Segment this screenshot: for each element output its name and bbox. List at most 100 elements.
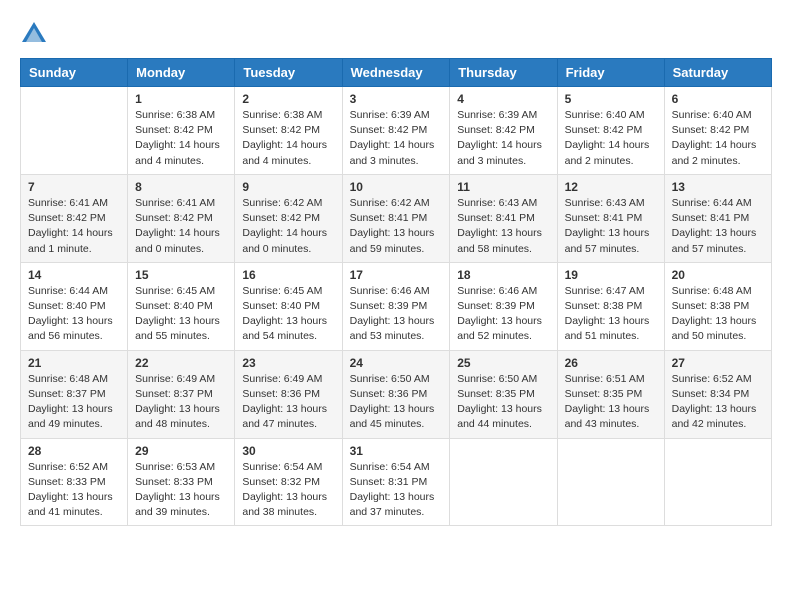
weekday-header-cell: Thursday xyxy=(450,59,557,87)
day-info: Sunrise: 6:52 AM Sunset: 8:33 PM Dayligh… xyxy=(28,460,120,521)
calendar-day-cell: 19 Sunrise: 6:47 AM Sunset: 8:38 PM Dayli… xyxy=(557,262,664,350)
calendar-day-cell: 1 Sunrise: 6:38 AM Sunset: 8:42 PM Daylig… xyxy=(128,87,235,175)
day-number: 6 xyxy=(672,92,764,106)
calendar-week-row: 7 Sunrise: 6:41 AM Sunset: 8:42 PM Daylig… xyxy=(21,174,772,262)
day-info: Sunrise: 6:41 AM Sunset: 8:42 PM Dayligh… xyxy=(135,196,227,257)
calendar-week-row: 28 Sunrise: 6:52 AM Sunset: 8:33 PM Dayli… xyxy=(21,438,772,526)
day-info: Sunrise: 6:40 AM Sunset: 8:42 PM Dayligh… xyxy=(672,108,764,169)
day-info: Sunrise: 6:49 AM Sunset: 8:37 PM Dayligh… xyxy=(135,372,227,433)
calendar-day-cell: 24 Sunrise: 6:50 AM Sunset: 8:36 PM Dayli… xyxy=(342,350,450,438)
day-info: Sunrise: 6:54 AM Sunset: 8:32 PM Dayligh… xyxy=(242,460,334,521)
day-info: Sunrise: 6:38 AM Sunset: 8:42 PM Dayligh… xyxy=(242,108,334,169)
day-number: 4 xyxy=(457,92,549,106)
day-number: 24 xyxy=(350,356,443,370)
logo-icon xyxy=(20,20,48,48)
calendar-body: 1 Sunrise: 6:38 AM Sunset: 8:42 PM Daylig… xyxy=(21,87,772,526)
day-number: 28 xyxy=(28,444,120,458)
calendar-day-cell: 29 Sunrise: 6:53 AM Sunset: 8:33 PM Dayli… xyxy=(128,438,235,526)
day-number: 1 xyxy=(135,92,227,106)
day-info: Sunrise: 6:42 AM Sunset: 8:42 PM Dayligh… xyxy=(242,196,334,257)
logo xyxy=(20,20,52,48)
day-info: Sunrise: 6:46 AM Sunset: 8:39 PM Dayligh… xyxy=(457,284,549,345)
day-number: 22 xyxy=(135,356,227,370)
weekday-header-cell: Sunday xyxy=(21,59,128,87)
calendar-day-cell: 12 Sunrise: 6:43 AM Sunset: 8:41 PM Dayli… xyxy=(557,174,664,262)
day-number: 21 xyxy=(28,356,120,370)
calendar-day-cell: 5 Sunrise: 6:40 AM Sunset: 8:42 PM Daylig… xyxy=(557,87,664,175)
calendar-day-cell: 4 Sunrise: 6:39 AM Sunset: 8:42 PM Daylig… xyxy=(450,87,557,175)
calendar-day-cell: 2Sunrise: 6:38 AM Sunset: 8:42 PM Daylig… xyxy=(235,87,342,175)
calendar-day-cell xyxy=(21,87,128,175)
day-info: Sunrise: 6:43 AM Sunset: 8:41 PM Dayligh… xyxy=(457,196,549,257)
day-info: Sunrise: 6:45 AM Sunset: 8:40 PM Dayligh… xyxy=(135,284,227,345)
calendar-day-cell: 7 Sunrise: 6:41 AM Sunset: 8:42 PM Daylig… xyxy=(21,174,128,262)
calendar-day-cell: 30 Sunrise: 6:54 AM Sunset: 8:32 PM Dayli… xyxy=(235,438,342,526)
day-number: 12 xyxy=(565,180,657,194)
calendar-day-cell: 25 Sunrise: 6:50 AM Sunset: 8:35 PM Dayli… xyxy=(450,350,557,438)
day-info: Sunrise: 6:40 AM Sunset: 8:42 PM Dayligh… xyxy=(565,108,657,169)
day-info: Sunrise: 6:39 AM Sunset: 8:42 PM Dayligh… xyxy=(457,108,549,169)
day-info: Sunrise: 6:47 AM Sunset: 8:38 PM Dayligh… xyxy=(565,284,657,345)
calendar-week-row: 14Sunrise: 6:44 AM Sunset: 8:40 PM Dayli… xyxy=(21,262,772,350)
day-number: 23 xyxy=(242,356,334,370)
day-number: 11 xyxy=(457,180,549,194)
calendar-day-cell: 6 Sunrise: 6:40 AM Sunset: 8:42 PM Daylig… xyxy=(664,87,771,175)
day-info: Sunrise: 6:48 AM Sunset: 8:37 PM Dayligh… xyxy=(28,372,120,433)
calendar-day-cell: 16Sunrise: 6:45 AM Sunset: 8:40 PM Dayli… xyxy=(235,262,342,350)
day-number: 5 xyxy=(565,92,657,106)
calendar-day-cell: 22 Sunrise: 6:49 AM Sunset: 8:37 PM Dayli… xyxy=(128,350,235,438)
calendar-week-row: 1 Sunrise: 6:38 AM Sunset: 8:42 PM Daylig… xyxy=(21,87,772,175)
day-number: 14 xyxy=(28,268,120,282)
calendar-day-cell xyxy=(557,438,664,526)
day-number: 18 xyxy=(457,268,549,282)
calendar-day-cell: 13 Sunrise: 6:44 AM Sunset: 8:41 PM Dayli… xyxy=(664,174,771,262)
day-info: Sunrise: 6:43 AM Sunset: 8:41 PM Dayligh… xyxy=(565,196,657,257)
day-number: 7 xyxy=(28,180,120,194)
calendar-day-cell xyxy=(450,438,557,526)
day-number: 13 xyxy=(672,180,764,194)
day-number: 9 xyxy=(242,180,334,194)
calendar-day-cell: 11 Sunrise: 6:43 AM Sunset: 8:41 PM Dayli… xyxy=(450,174,557,262)
calendar-day-cell: 3 Sunrise: 6:39 AM Sunset: 8:42 PM Daylig… xyxy=(342,87,450,175)
day-info: Sunrise: 6:46 AM Sunset: 8:39 PM Dayligh… xyxy=(350,284,443,345)
weekday-header-cell: Monday xyxy=(128,59,235,87)
weekday-header-cell: Friday xyxy=(557,59,664,87)
calendar-day-cell: 9 Sunrise: 6:42 AM Sunset: 8:42 PM Daylig… xyxy=(235,174,342,262)
day-info: Sunrise: 6:38 AM Sunset: 8:42 PM Dayligh… xyxy=(135,108,227,169)
day-number: 16 xyxy=(242,268,334,282)
day-info: Sunrise: 6:53 AM Sunset: 8:33 PM Dayligh… xyxy=(135,460,227,521)
day-number: 27 xyxy=(672,356,764,370)
day-number: 25 xyxy=(457,356,549,370)
calendar-day-cell: 31 Sunrise: 6:54 AM Sunset: 8:31 PM Dayli… xyxy=(342,438,450,526)
calendar-day-cell: 20Sunrise: 6:48 AM Sunset: 8:38 PM Dayli… xyxy=(664,262,771,350)
day-number: 26 xyxy=(565,356,657,370)
day-info: Sunrise: 6:41 AM Sunset: 8:42 PM Dayligh… xyxy=(28,196,120,257)
calendar-day-cell: 21 Sunrise: 6:48 AM Sunset: 8:37 PM Dayli… xyxy=(21,350,128,438)
day-number: 3 xyxy=(350,92,443,106)
day-number: 29 xyxy=(135,444,227,458)
day-number: 17 xyxy=(350,268,443,282)
calendar-day-cell: 8Sunrise: 6:41 AM Sunset: 8:42 PM Daylig… xyxy=(128,174,235,262)
day-number: 19 xyxy=(565,268,657,282)
day-info: Sunrise: 6:50 AM Sunset: 8:35 PM Dayligh… xyxy=(457,372,549,433)
day-number: 15 xyxy=(135,268,227,282)
calendar-table: SundayMondayTuesdayWednesdayThursdayFrid… xyxy=(20,58,772,526)
weekday-header-cell: Wednesday xyxy=(342,59,450,87)
calendar-day-cell: 23 Sunrise: 6:49 AM Sunset: 8:36 PM Dayli… xyxy=(235,350,342,438)
day-info: Sunrise: 6:50 AM Sunset: 8:36 PM Dayligh… xyxy=(350,372,443,433)
calendar-week-row: 21 Sunrise: 6:48 AM Sunset: 8:37 PM Dayli… xyxy=(21,350,772,438)
day-number: 10 xyxy=(350,180,443,194)
day-info: Sunrise: 6:54 AM Sunset: 8:31 PM Dayligh… xyxy=(350,460,443,521)
calendar-day-cell: 17 Sunrise: 6:46 AM Sunset: 8:39 PM Dayli… xyxy=(342,262,450,350)
calendar-day-cell: 10Sunrise: 6:42 AM Sunset: 8:41 PM Dayli… xyxy=(342,174,450,262)
calendar-day-cell: 27 Sunrise: 6:52 AM Sunset: 8:34 PM Dayli… xyxy=(664,350,771,438)
day-info: Sunrise: 6:39 AM Sunset: 8:42 PM Dayligh… xyxy=(350,108,443,169)
calendar-day-cell: 14Sunrise: 6:44 AM Sunset: 8:40 PM Dayli… xyxy=(21,262,128,350)
day-number: 30 xyxy=(242,444,334,458)
day-info: Sunrise: 6:49 AM Sunset: 8:36 PM Dayligh… xyxy=(242,372,334,433)
day-info: Sunrise: 6:44 AM Sunset: 8:41 PM Dayligh… xyxy=(672,196,764,257)
day-info: Sunrise: 6:52 AM Sunset: 8:34 PM Dayligh… xyxy=(672,372,764,433)
day-number: 31 xyxy=(350,444,443,458)
calendar-day-cell: 18 Sunrise: 6:46 AM Sunset: 8:39 PM Dayli… xyxy=(450,262,557,350)
calendar-day-cell: 26Sunrise: 6:51 AM Sunset: 8:35 PM Dayli… xyxy=(557,350,664,438)
